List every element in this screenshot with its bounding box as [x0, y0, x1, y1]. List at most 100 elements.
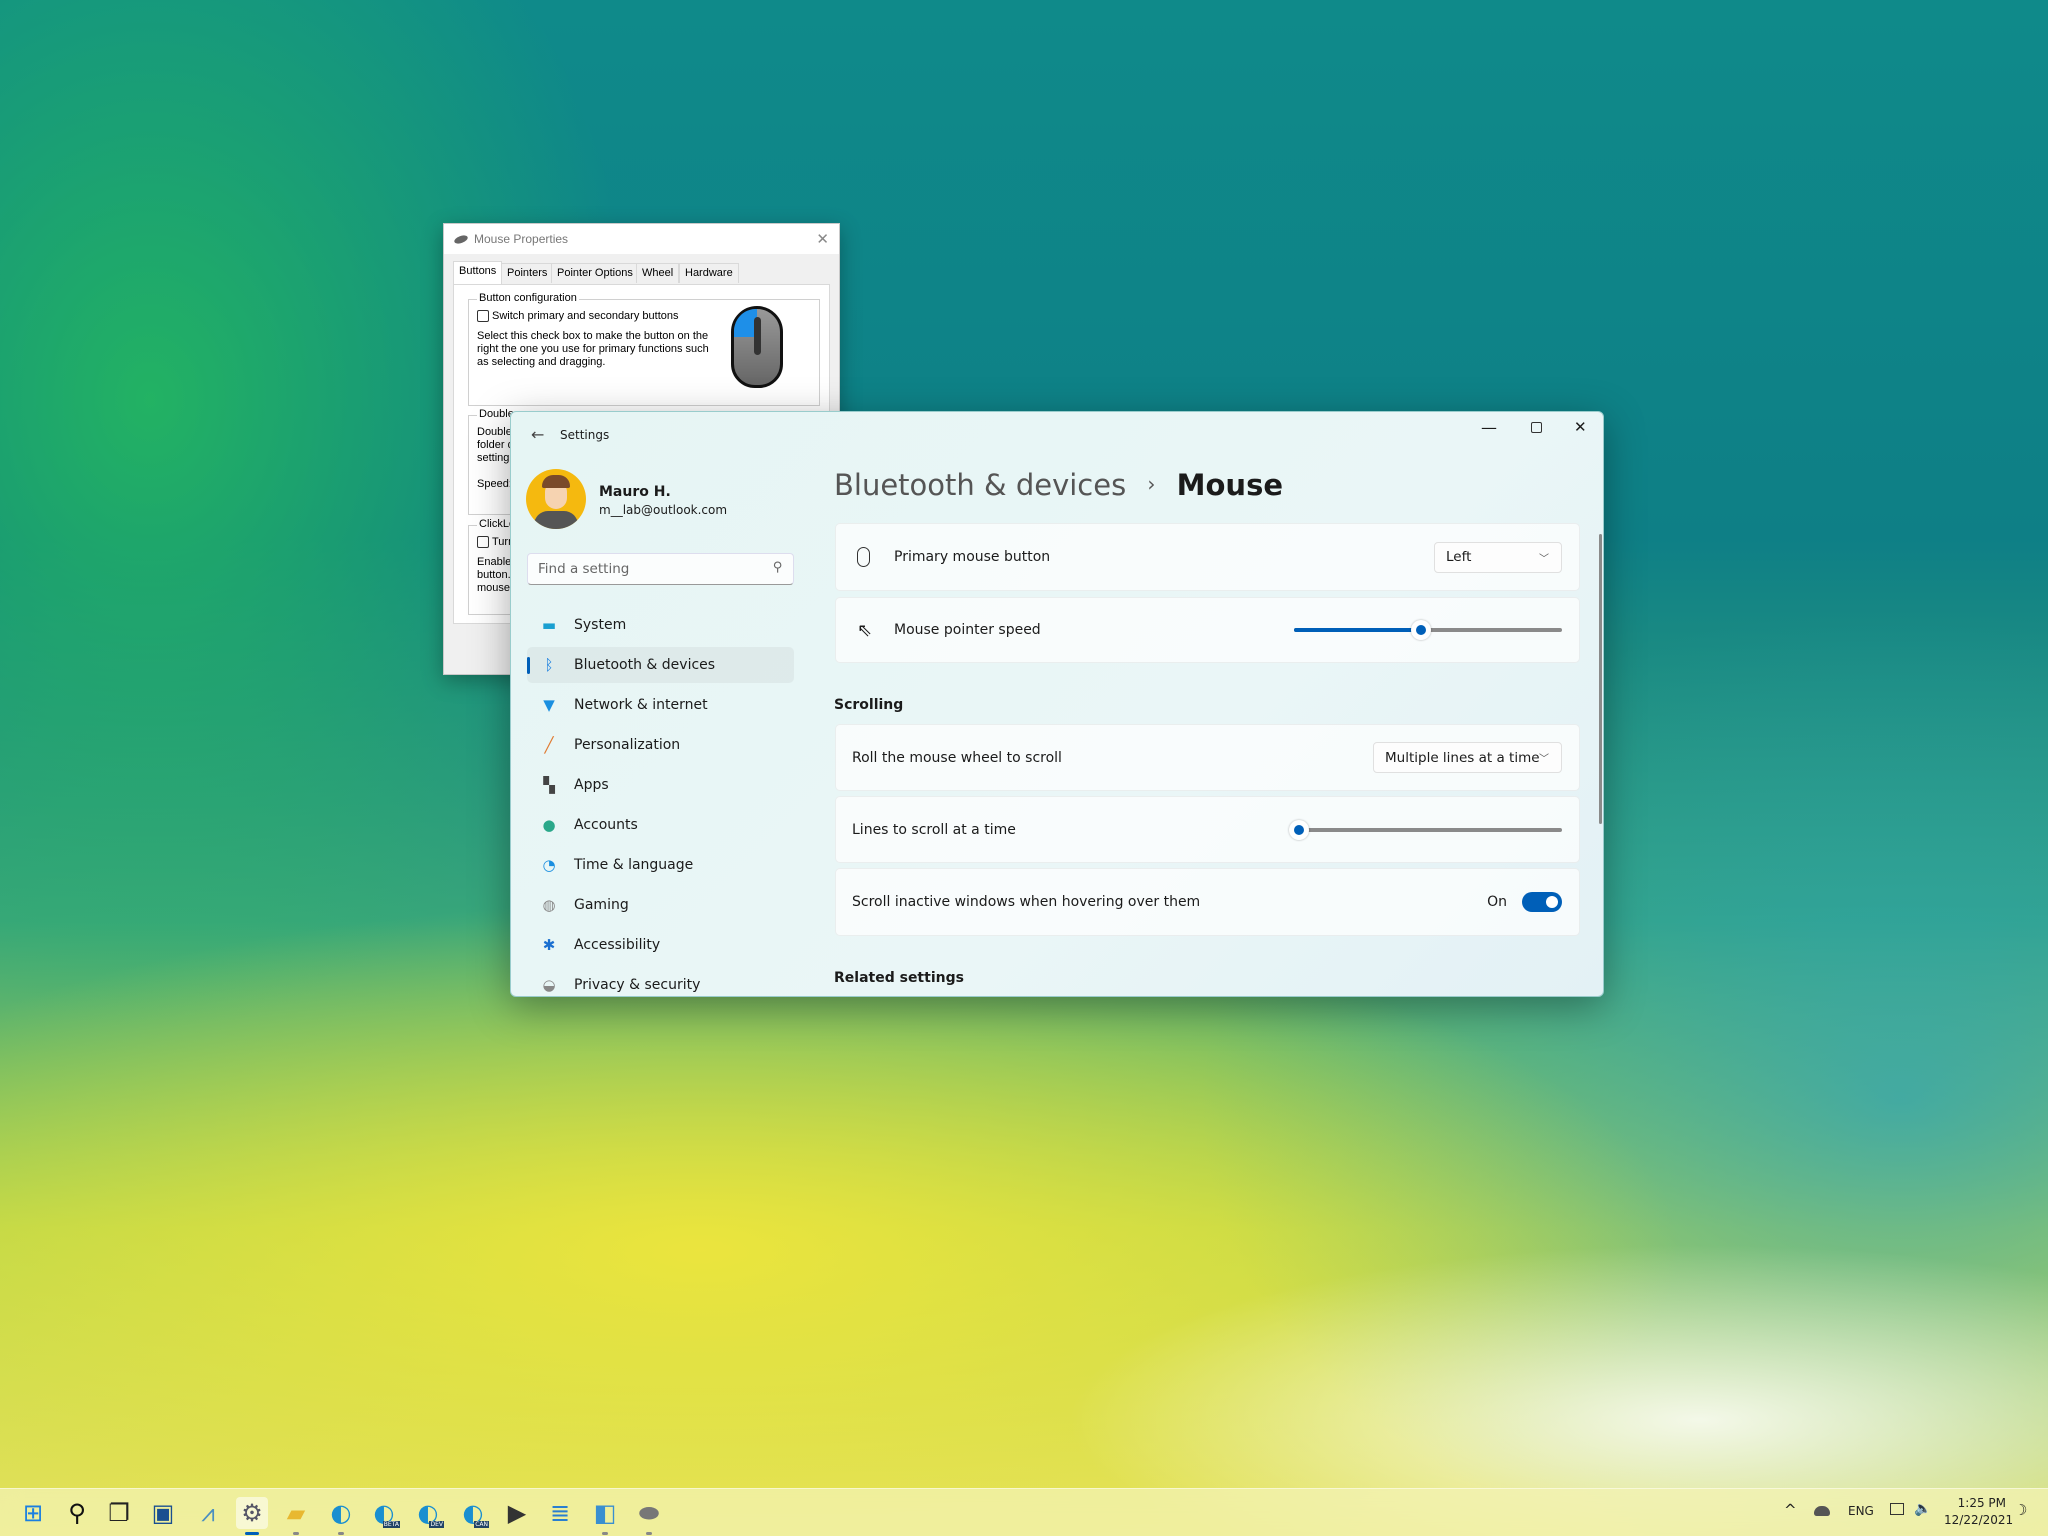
running-indicator [646, 1532, 652, 1535]
taskbar-start-button[interactable]: ⊞ [17, 1497, 49, 1529]
taskbar-settings-button[interactable]: ⚙ [236, 1497, 268, 1535]
setting-label: Lines to scroll at a time [852, 821, 1016, 838]
scroll-inactive-toggle[interactable] [1522, 892, 1562, 912]
user-email: m__lab@outlook.com [599, 503, 728, 517]
taskbar-edge-dev-button[interactable]: ◐ DEV [412, 1497, 444, 1529]
switch-buttons-checkbox[interactable]: Switch primary and secondary buttons [477, 310, 678, 323]
taskbar-edge-canary-button[interactable]: ◐ CAN [457, 1497, 489, 1529]
language-indicator[interactable]: ENG [1848, 1504, 1874, 1518]
section-header-scrolling: Scrolling [834, 697, 904, 713]
taskbar-file-explorer-button[interactable]: ▰ [280, 1497, 312, 1535]
sidebar-item-accounts[interactable]: ● Accounts [527, 807, 794, 843]
clock-globe-icon: ◔ [542, 856, 556, 874]
search-input[interactable]: Find a setting ⚲ [527, 553, 794, 585]
sidebar-item-time-language[interactable]: ◔ Time & language [527, 847, 794, 883]
roll-wheel-card: Roll the mouse wheel to scroll Multiple … [835, 724, 1580, 791]
window-title: Settings [560, 428, 610, 442]
tab-hardware[interactable]: Hardware [679, 263, 739, 283]
avatar[interactable] [526, 469, 586, 529]
back-button[interactable]: ← [531, 425, 544, 444]
shield-icon: ◒ [542, 976, 556, 994]
sidebar-item-label: Privacy & security [574, 977, 701, 993]
clock[interactable]: 1:25 PM 12/22/2021 [1944, 1495, 2013, 1529]
volume-icon[interactable]: 🔈 [1914, 1501, 1931, 1517]
taskbar-store-button[interactable]: ▣ [147, 1497, 179, 1529]
primary-button-dropdown[interactable]: Left ﹀ [1434, 541, 1562, 573]
sidebar-item-label: Network & internet [574, 697, 708, 713]
slider-thumb[interactable] [1289, 819, 1310, 840]
dropdown-value: Left [1446, 549, 1472, 565]
settings-icon: ⚙ [241, 1499, 263, 1527]
button-configuration-group: Button configuration Switch primary and … [468, 292, 820, 406]
tab-pointer-options[interactable]: Pointer Options [551, 263, 639, 283]
taskbar-terminal-button[interactable]: ▶ [501, 1497, 533, 1529]
person-icon: ● [542, 816, 556, 834]
onedrive-icon[interactable] [1814, 1506, 1830, 1516]
scrollbar[interactable] [1599, 534, 1602, 824]
clicklock-checkbox[interactable]: Turn [477, 536, 514, 549]
performance-monitor-icon: ⩘ [201, 1499, 215, 1527]
tab-pointers[interactable]: Pointers [501, 263, 554, 283]
sidebar-item-personalization[interactable]: ╱ Personalization [527, 727, 794, 763]
slider-thumb[interactable] [1410, 620, 1431, 640]
search-icon: ⚲ [68, 1499, 86, 1527]
sidebar-item-label: Accounts [574, 817, 638, 833]
toggle-state: On [1487, 894, 1507, 910]
description: Select this check box to make the button… [477, 330, 709, 368]
sidebar-item-gaming[interactable]: ◍ Gaming [527, 887, 794, 923]
setting-label: Roll the mouse wheel to scroll [852, 749, 1062, 766]
badge: DEV [429, 1521, 444, 1528]
terminal-icon: ▶ [507, 1499, 527, 1527]
taskbar-notepad-button[interactable]: ≣ [544, 1497, 576, 1529]
taskbar-control-panel-button[interactable]: ◧ [589, 1497, 621, 1535]
maximize-button[interactable] [1531, 422, 1542, 433]
tab-buttons[interactable]: Buttons [453, 261, 503, 284]
breadcrumb-separator: › [1147, 472, 1156, 496]
sidebar-item-label: Bluetooth & devices [574, 657, 716, 673]
sidebar-item-system[interactable]: ▬ System [527, 607, 794, 643]
sidebar-item-bluetooth-devices[interactable]: ᛒ Bluetooth & devices [527, 647, 794, 683]
sidebar-item-label: Apps [574, 777, 609, 793]
taskbar-task-view-button[interactable]: ❐ [103, 1497, 135, 1529]
setting-label: Mouse pointer speed [894, 622, 1041, 638]
badge: CAN [474, 1521, 489, 1528]
sidebar-item-label: Gaming [574, 897, 629, 913]
network-icon[interactable] [1890, 1503, 1904, 1515]
page-title: Mouse [1176, 468, 1283, 502]
sidebar-item-network-internet[interactable]: ▼ Network & internet [527, 687, 794, 723]
search-placeholder: Find a setting [538, 561, 630, 577]
taskbar: ⊞ ⚲ ❐ ▣ ⩘ ⚙ ▰ ◐ ◐ BETA ◐ DEV ◐ CAN ▶ ≣ ◧ ⬬ ^ ENG 🔈 1:25 P… [0, 1488, 2048, 1536]
system-icon: ▬ [541, 616, 557, 634]
taskbar-search-button[interactable]: ⚲ [61, 1497, 93, 1529]
pointer-speed-slider[interactable] [1294, 620, 1562, 640]
speed-label: Speed: [477, 478, 512, 490]
roll-wheel-dropdown[interactable]: Multiple lines at a time ﹀ [1373, 742, 1562, 773]
breadcrumb-parent[interactable]: Bluetooth & devices [834, 468, 1126, 502]
focus-assist-moon-icon[interactable]: ☽ [2014, 1501, 2027, 1519]
close-button[interactable]: ✕ [816, 230, 829, 248]
taskbar-performance-monitor-button[interactable]: ⩘ [192, 1497, 224, 1529]
chevron-up-icon[interactable]: ^ [1784, 1501, 1797, 1519]
minimize-button[interactable]: — [1481, 418, 1497, 437]
taskbar-edge-beta-button[interactable]: ◐ BETA [368, 1497, 400, 1529]
mouse-icon [453, 233, 469, 245]
taskbar-mouse-button[interactable]: ⬬ [633, 1497, 665, 1535]
gamepad-icon: ◍ [542, 896, 556, 914]
sidebar-item-apps[interactable]: ▚ Apps [527, 767, 794, 803]
file-explorer-icon: ▰ [286, 1499, 306, 1527]
bluetooth-icon: ᛒ [544, 656, 554, 674]
start-icon: ⊞ [22, 1499, 44, 1527]
control-panel-icon: ◧ [593, 1499, 617, 1527]
sidebar-item-privacy-security[interactable]: ◒ Privacy & security [527, 967, 794, 996]
running-indicator [338, 1532, 344, 1535]
lines-to-scroll-slider[interactable] [1289, 819, 1562, 840]
close-button[interactable]: ✕ [1574, 418, 1587, 436]
title-bar: Mouse Properties ✕ [444, 224, 839, 254]
tab-wheel[interactable]: Wheel [636, 263, 680, 283]
taskbar-edge-button[interactable]: ◐ [325, 1497, 357, 1535]
running-indicator [293, 1532, 299, 1535]
search-icon: ⚲ [773, 560, 783, 575]
sidebar-item-accessibility[interactable]: ✱ Accessibility [527, 927, 794, 963]
brush-icon: ╱ [544, 736, 554, 754]
settings-window: ← Settings — ✕ Mauro H. m__lab@outlook.c… [510, 411, 1604, 997]
